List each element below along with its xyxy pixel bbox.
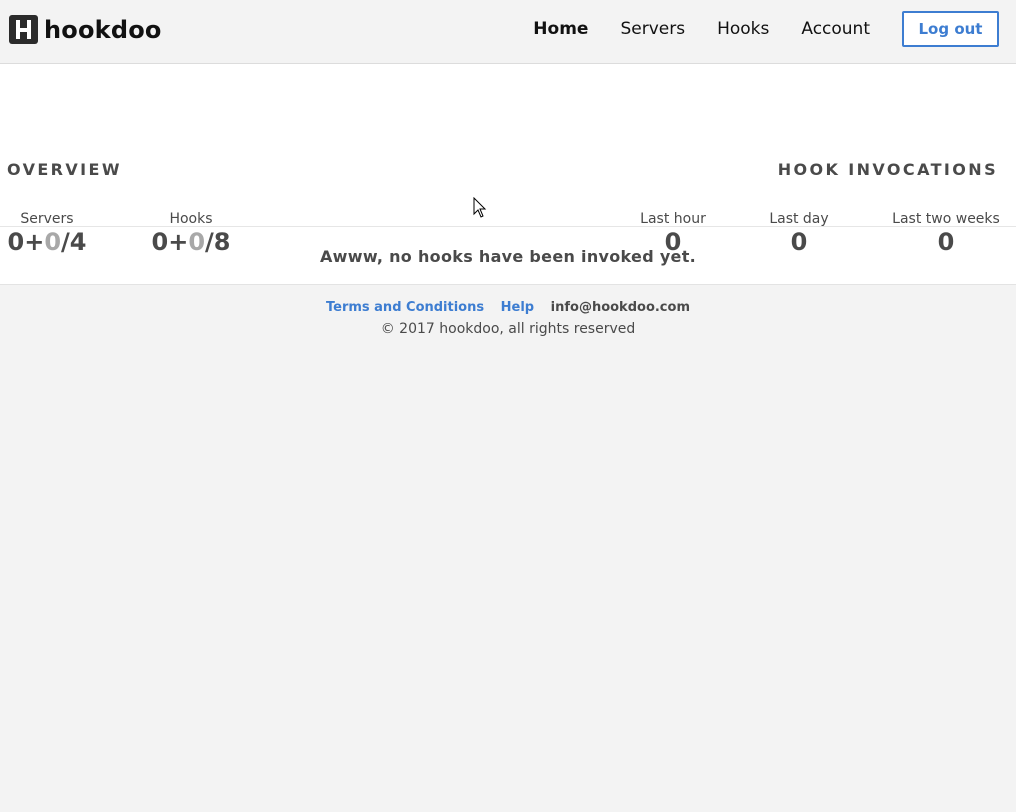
logout-button[interactable]: Log out (902, 11, 999, 47)
main-nav: Home Servers Hooks Account Log out (533, 11, 999, 47)
header: hookdoo Home Servers Hooks Account Log o… (0, 0, 1016, 64)
logo[interactable]: hookdoo (9, 15, 162, 44)
terms-link[interactable]: Terms and Conditions (326, 300, 484, 315)
nav-servers[interactable]: Servers (620, 19, 685, 39)
empty-invocations-message: Awww, no hooks have been invoked yet. (319, 247, 697, 266)
help-link[interactable]: Help (501, 300, 534, 315)
logo-h-icon (9, 15, 38, 44)
logo-text: hookdoo (44, 15, 162, 44)
section-divider (0, 226, 1016, 227)
nav-home[interactable]: Home (533, 19, 588, 39)
hook-invocations-title: HOOK INVOCATIONS (777, 160, 998, 179)
copyright: © 2017 hookdoo, all rights reserved (380, 321, 636, 337)
footer-links: Terms and Conditions Help info@hookdoo.c… (0, 300, 1016, 315)
contact-email: info@hookdoo.com (550, 300, 690, 315)
nav-hooks[interactable]: Hooks (717, 19, 769, 39)
mouse-cursor-icon (473, 196, 487, 223)
footer: Terms and Conditions Help info@hookdoo.c… (0, 285, 1016, 337)
nav-account[interactable]: Account (801, 19, 870, 39)
dashboard-panel: OVERVIEW HOOK INVOCATIONS Servers 0+0/4 … (0, 64, 1016, 285)
overview-title: OVERVIEW (7, 160, 122, 179)
